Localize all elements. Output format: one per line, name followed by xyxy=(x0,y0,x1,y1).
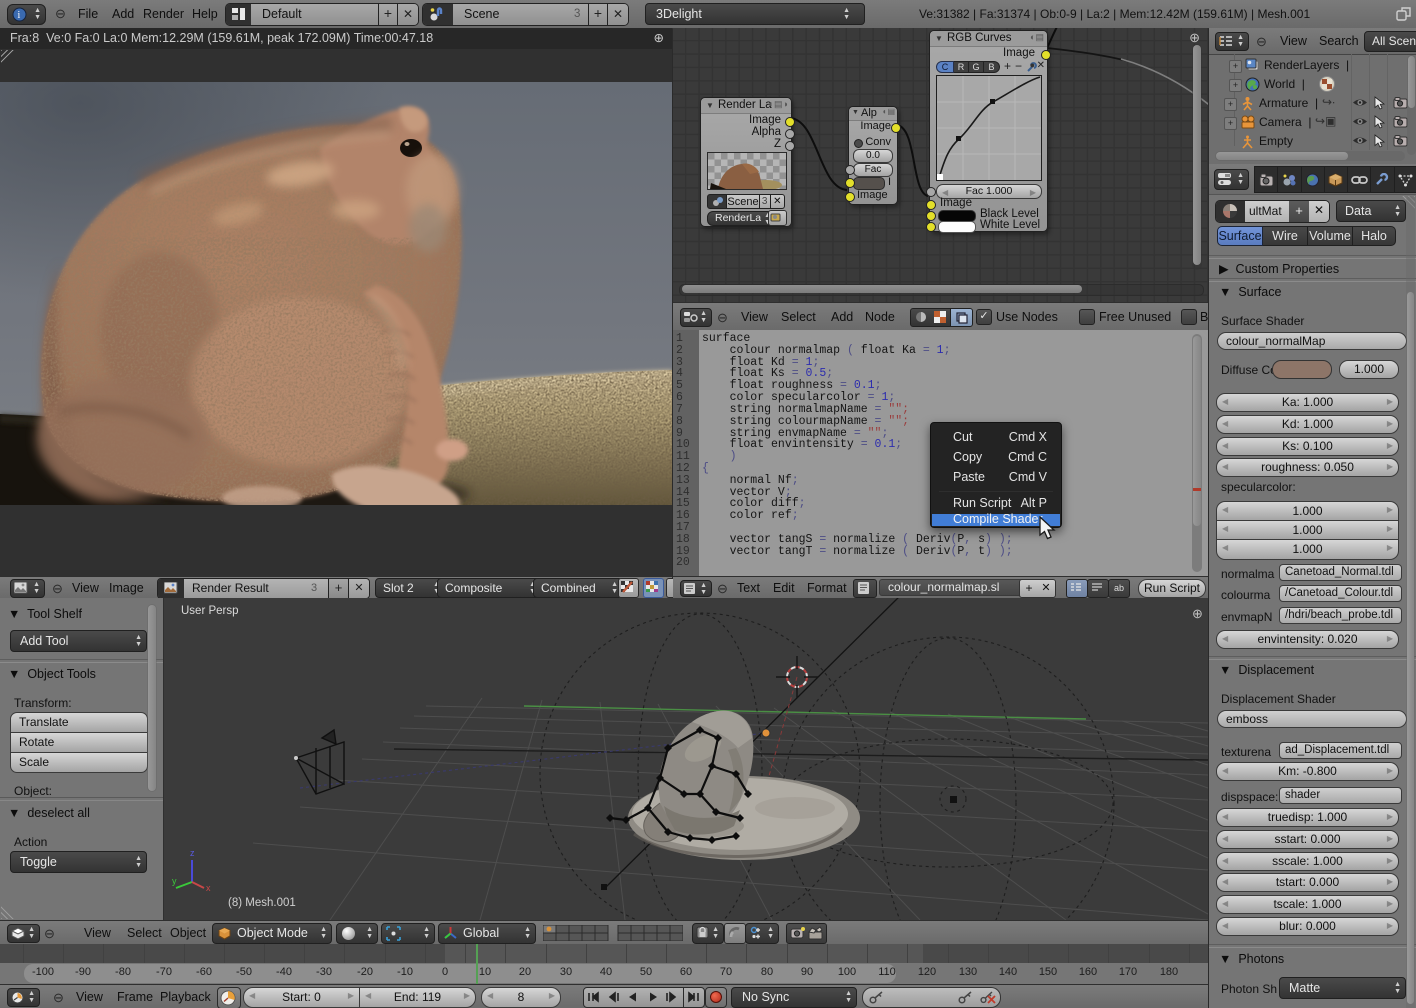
svg-text:i: i xyxy=(18,10,21,21)
svg-text:z: z xyxy=(190,848,195,858)
svg-text:x: x xyxy=(206,883,211,891)
svg-text:y: y xyxy=(172,876,177,886)
